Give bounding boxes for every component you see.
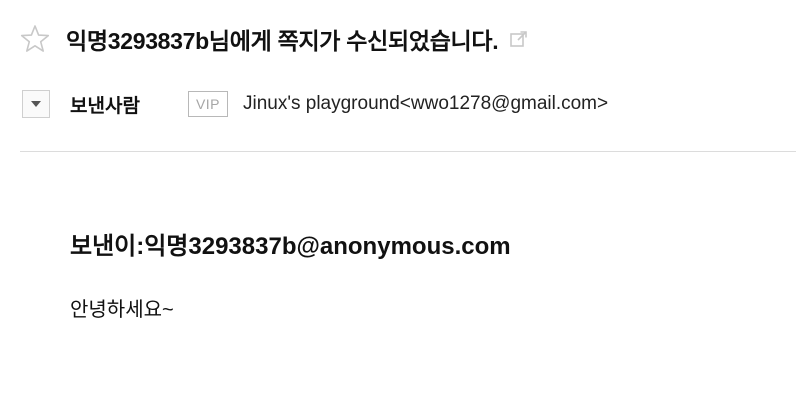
body-text: 안녕하세요~: [70, 299, 174, 321]
external-link-icon[interactable]: [508, 28, 530, 50]
sender-label: 보낸사람: [70, 95, 140, 117]
sender-row: 보낸사람 VIP Jinux's playground<wwo1278@gmai…: [22, 88, 608, 120]
expand-recipients-button[interactable]: [22, 90, 50, 118]
header-divider: [20, 151, 796, 152]
star-icon[interactable]: [20, 24, 50, 54]
message-subject: 익명3293837b님에게 쪽지가 수신되었습니다.: [66, 28, 499, 54]
vip-badge[interactable]: VIP: [188, 91, 228, 117]
subject-row: 익명3293837b님에게 쪽지가 수신되었습니다.: [20, 20, 530, 58]
caret-down-icon: [31, 101, 41, 107]
sender-address[interactable]: Jinux's playground<wwo1278@gmail.com>: [243, 93, 608, 115]
body-sender-line: 보낸이:익명3293837b@anonymous.com: [70, 233, 511, 260]
